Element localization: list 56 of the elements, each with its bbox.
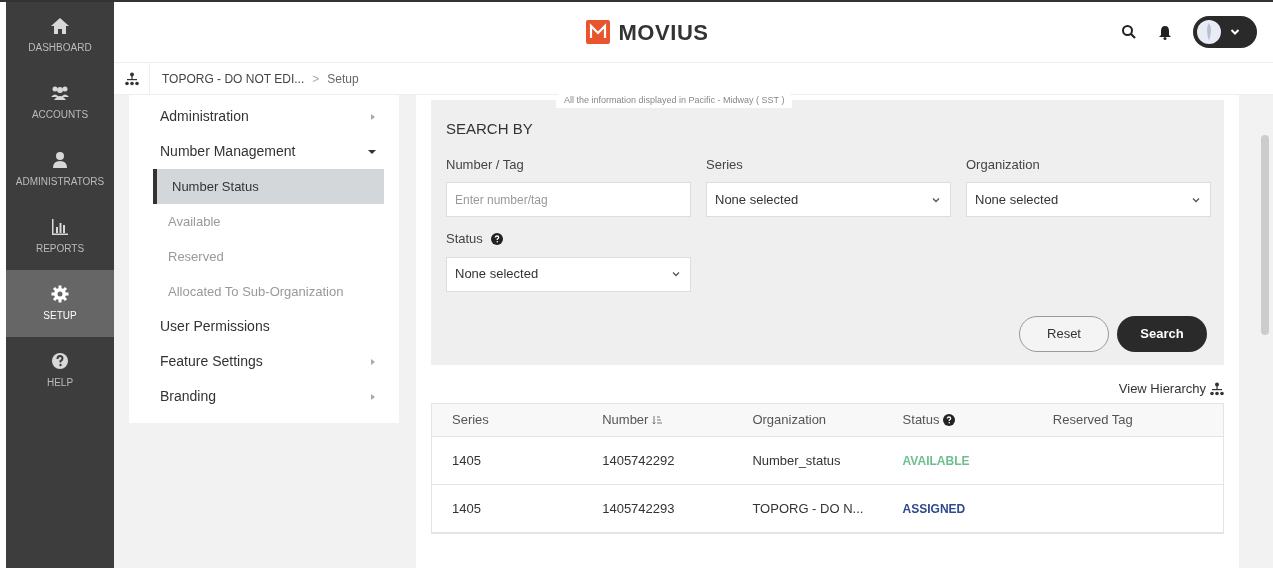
nav-item[interactable]: ACCOUNTS [6,69,114,136]
breadcrumb-current: Setup [327,70,359,88]
hierarchy-icon [1210,382,1224,396]
select-dropdown[interactable]: None selected [966,182,1211,217]
bell-icon[interactable] [1157,24,1173,40]
select-dropdown[interactable]: None selected [706,182,951,217]
scrollbar-thumb[interactable] [1261,135,1269,335]
submenu-item[interactable]: Feature Settings [129,344,399,379]
table-cell-text: 1405742292 [602,451,676,470]
timezone-note: All the information displayed in Pacific - Midway ( SST ) [556,94,793,108]
field-label: Status [446,230,483,248]
view-hierarchy-link[interactable]: View Hierarchy [1118,379,1206,399]
search-button[interactable]: Search [1117,316,1207,352]
nav-item[interactable]: REPORTS [6,203,114,270]
column-header[interactable]: Status [902,410,940,430]
person-icon [50,150,70,170]
status-label: AVAILABLE [902,452,971,470]
logo-text: MOVIUS [618,18,709,47]
home-icon [50,16,70,36]
hierarchy-icon [124,71,139,86]
breadcrumb-link[interactable]: TOPORG - DO NOT EDI... [162,69,305,88]
bar-chart-icon [50,217,70,237]
table-cell-text: 1405 [452,499,482,518]
table-cell-text: 1405742293 [602,499,676,518]
reset-button[interactable]: Reset [1019,316,1109,352]
field-label: Organization [966,155,1040,174]
table-cell-text: 1405 [452,451,482,470]
number-tag-field[interactable]: Enter number/tag [446,182,691,217]
column-header[interactable]: Series [452,410,489,430]
submenu-item[interactable]: User Permissions [129,309,399,344]
help-icon [943,414,956,426]
field-label: Number / Tag [446,155,524,174]
submenu-item[interactable]: Administration [129,99,399,134]
section-title: SEARCH BY [446,119,534,139]
logo-icon [586,20,611,44]
column-header[interactable]: Number [602,410,649,430]
help-icon [490,232,503,245]
column-header[interactable]: Organization [752,410,827,430]
breadcrumb-separator: > [312,70,320,88]
nav-item[interactable]: DASHBOARD [6,2,114,69]
nav-item[interactable]: SETUP [6,270,114,337]
submenu-subitem[interactable]: Number Status [153,169,384,204]
field-label: Series [706,155,743,174]
status-label: ASSIGNED [902,500,967,518]
column-header[interactable]: Reserved Tag [1052,410,1133,430]
help-icon [50,351,70,371]
table-cell-text: Number_status [752,451,842,470]
submenu-item[interactable]: Branding [129,379,399,414]
submenu-item[interactable]: Number Management [129,134,399,169]
search-icon[interactable] [1121,24,1137,40]
avatar-icon [1197,20,1221,44]
user-menu-button[interactable] [1193,16,1257,48]
nav-item[interactable]: HELP [6,337,114,404]
table-cell-text: TOPORG - DO N... [752,499,865,518]
nav-item[interactable]: ADMINISTRATORS [6,136,114,203]
select-dropdown[interactable]: None selected [446,256,691,292]
